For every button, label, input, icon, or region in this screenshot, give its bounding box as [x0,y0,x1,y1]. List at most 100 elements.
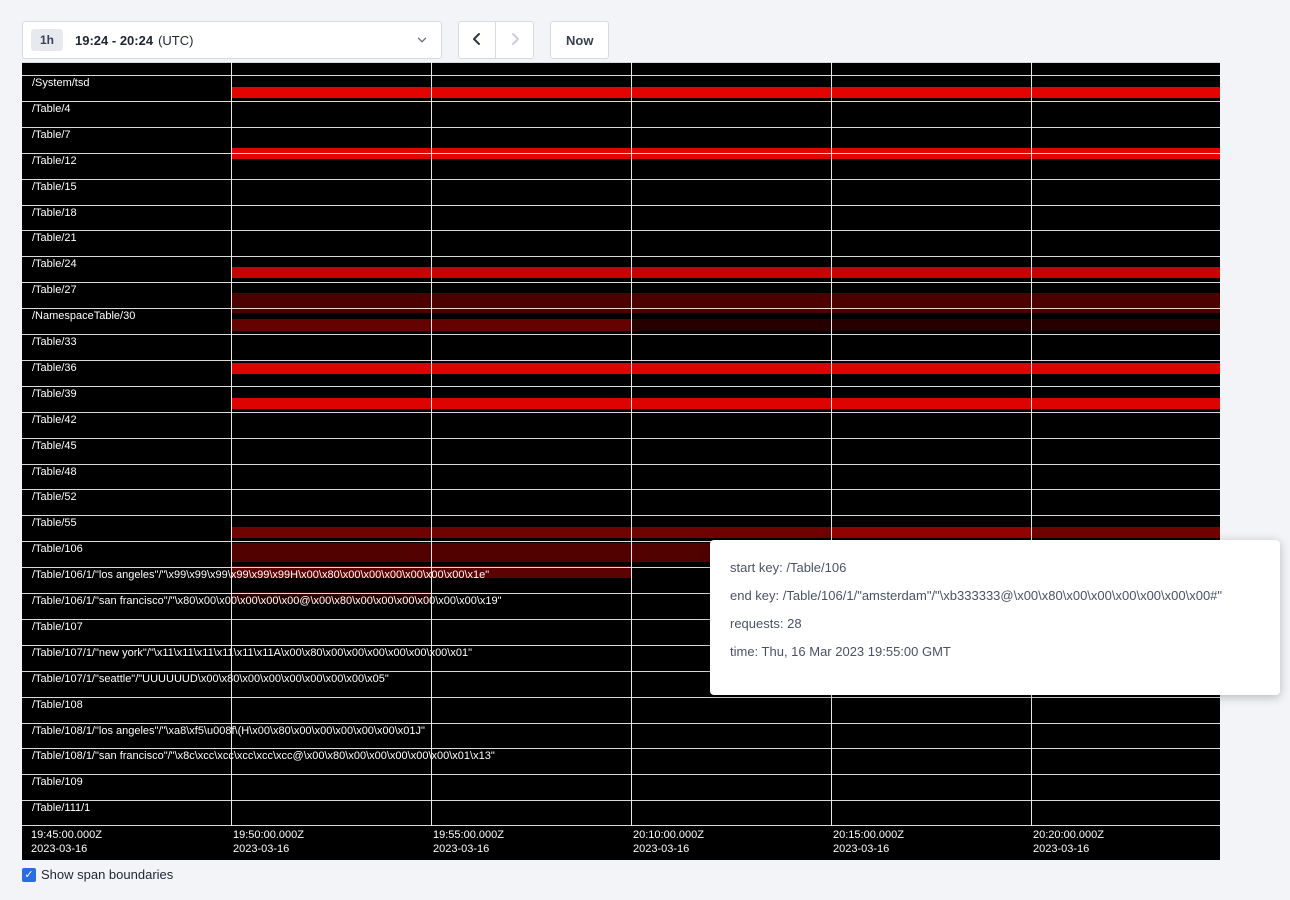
span-boundary-line [22,412,1220,413]
key-row-label: /Table/45 [32,440,77,452]
key-row-label: /Table/108/1/"los angeles"/"\xa8\xf5\u00… [32,725,425,737]
heat-band[interactable] [231,293,1220,313]
time-range-select[interactable]: 1h 19:24 - 20:24 (UTC) [22,21,442,59]
span-boundary-line [22,464,1220,465]
time-boundary-line [431,62,432,826]
show-span-boundaries-checkbox[interactable]: ✓ [22,868,36,882]
span-boundary-line [22,205,1220,206]
tick-time-label: 20:15:00.000Z [833,828,904,842]
span-boundary-line [22,825,1220,826]
time-axis-tick: 19:50:00.000Z2023-03-16 [233,828,304,856]
key-row-label: /System/tsd [32,77,89,89]
key-row-label: /Table/27 [32,284,77,296]
range-duration-badge: 1h [31,29,63,51]
heat-band[interactable] [631,319,1220,331]
key-row-label: /Table/107/1/"seattle"/"UUUUUUD\x00\x80\… [32,673,389,685]
key-row-label: /Table/106/1/"san francisco"/"\x80\x00\x… [32,595,502,607]
key-row-label: /Table/52 [32,491,77,503]
now-button[interactable]: Now [550,21,609,59]
tick-date-label: 2023-03-16 [633,842,704,856]
keyvis-chart[interactable]: /System/tsd/Table/4/Table/7/Table/12/Tab… [22,62,1220,860]
span-tooltip: start key: /Table/106 end key: /Table/10… [710,540,1280,695]
time-boundary-line [231,62,232,826]
time-axis-tick: 19:55:00.000Z2023-03-16 [433,828,504,856]
key-row-label: /Table/21 [32,232,77,244]
span-boundary-line [22,308,1220,309]
key-row-label: /Table/33 [32,336,77,348]
prev-time-button[interactable] [458,21,496,59]
show-span-boundaries-label: Show span boundaries [41,867,173,882]
key-row-label: /Table/18 [32,207,77,219]
key-row-label: /Table/107 [32,621,83,633]
chevron-right-icon [507,31,523,50]
tick-time-label: 20:20:00.000Z [1033,828,1104,842]
key-row-label: /NamespaceTable/30 [32,310,135,322]
span-boundary-line [22,515,1220,516]
tick-time-label: 19:50:00.000Z [233,828,304,842]
chevron-down-icon [415,33,429,47]
range-label: 19:24 - 20:24 [75,33,153,48]
heat-band[interactable] [231,527,1220,538]
tick-time-label: 20:10:00.000Z [633,828,704,842]
heat-band[interactable] [231,398,1220,409]
span-boundary-line [22,800,1220,801]
tick-date-label: 2023-03-16 [233,842,304,856]
tick-date-label: 2023-03-16 [833,842,904,856]
span-boundary-line [22,101,1220,102]
heat-band[interactable] [231,87,1220,98]
tooltip-start-key: start key: /Table/106 [730,560,1260,575]
key-row-label: /Table/4 [32,103,71,115]
span-boundary-line [22,75,1220,76]
time-axis-tick: 20:10:00.000Z2023-03-16 [633,828,704,856]
span-boundary-line [22,256,1220,257]
span-boundary-line [22,127,1220,128]
key-row-label: /Table/42 [32,414,77,426]
time-axis-tick: 19:45:00.000Z2023-03-16 [31,828,102,856]
tick-date-label: 2023-03-16 [1033,842,1104,856]
span-boundary-line [22,489,1220,490]
span-boundary-line [22,386,1220,387]
span-boundary-line [22,697,1220,698]
tooltip-time: time: Thu, 16 Mar 2023 19:55:00 GMT [730,644,1260,659]
span-boundary-line [22,230,1220,231]
tooltip-requests: requests: 28 [730,616,1260,631]
time-toolbar: 1h 19:24 - 20:24 (UTC) Now [22,21,609,59]
tick-time-label: 19:55:00.000Z [433,828,504,842]
span-boundary-line [22,62,1220,63]
time-axis-tick: 20:15:00.000Z2023-03-16 [833,828,904,856]
key-row-label: /Table/106/1/"los angeles"/"\x99\x99\x99… [32,569,489,581]
span-boundary-line [22,179,1220,180]
span-boundary-line [22,282,1220,283]
next-time-button[interactable] [496,21,534,59]
heat-band[interactable] [231,363,1220,374]
span-boundary-line [22,723,1220,724]
key-row-label: /Table/48 [32,466,77,478]
key-row-label: /Table/109 [32,776,83,788]
key-row-label: /Table/107/1/"new york"/"\x11\x11\x11\x1… [32,647,472,659]
key-row-label: /Table/108/1/"san francisco"/"\x8c\xcc\x… [32,750,495,762]
key-row-label: /Table/36 [32,362,77,374]
key-row-label: /Table/111/1 [32,802,90,814]
span-boundary-line [22,334,1220,335]
time-boundary-line [831,62,832,826]
span-boundaries-control: ✓ Show span boundaries [22,867,173,882]
range-timezone-label: (UTC) [158,33,193,48]
key-row-label: /Table/24 [32,258,77,270]
tick-date-label: 2023-03-16 [433,842,504,856]
key-row-label: /Table/15 [32,181,77,193]
time-axis-tick: 20:20:00.000Z2023-03-16 [1033,828,1104,856]
key-row-label: /Table/7 [32,129,71,141]
key-row-label: /Table/55 [32,517,77,529]
tooltip-end-key: end key: /Table/106/1/"amsterdam"/"\xb33… [730,588,1260,603]
time-nav-group [458,21,534,59]
key-row-label: /Table/108 [32,699,83,711]
key-row-label: /Table/39 [32,388,77,400]
heat-band[interactable] [231,267,1220,278]
span-boundary-line [22,438,1220,439]
tick-time-label: 19:45:00.000Z [31,828,102,842]
key-row-label: /Table/12 [32,155,77,167]
span-boundary-line [22,360,1220,361]
chevron-left-icon [469,31,485,50]
heat-band[interactable] [831,527,1031,538]
keyvis-heatmap-canvas[interactable]: /System/tsd/Table/4/Table/7/Table/12/Tab… [22,62,1220,826]
